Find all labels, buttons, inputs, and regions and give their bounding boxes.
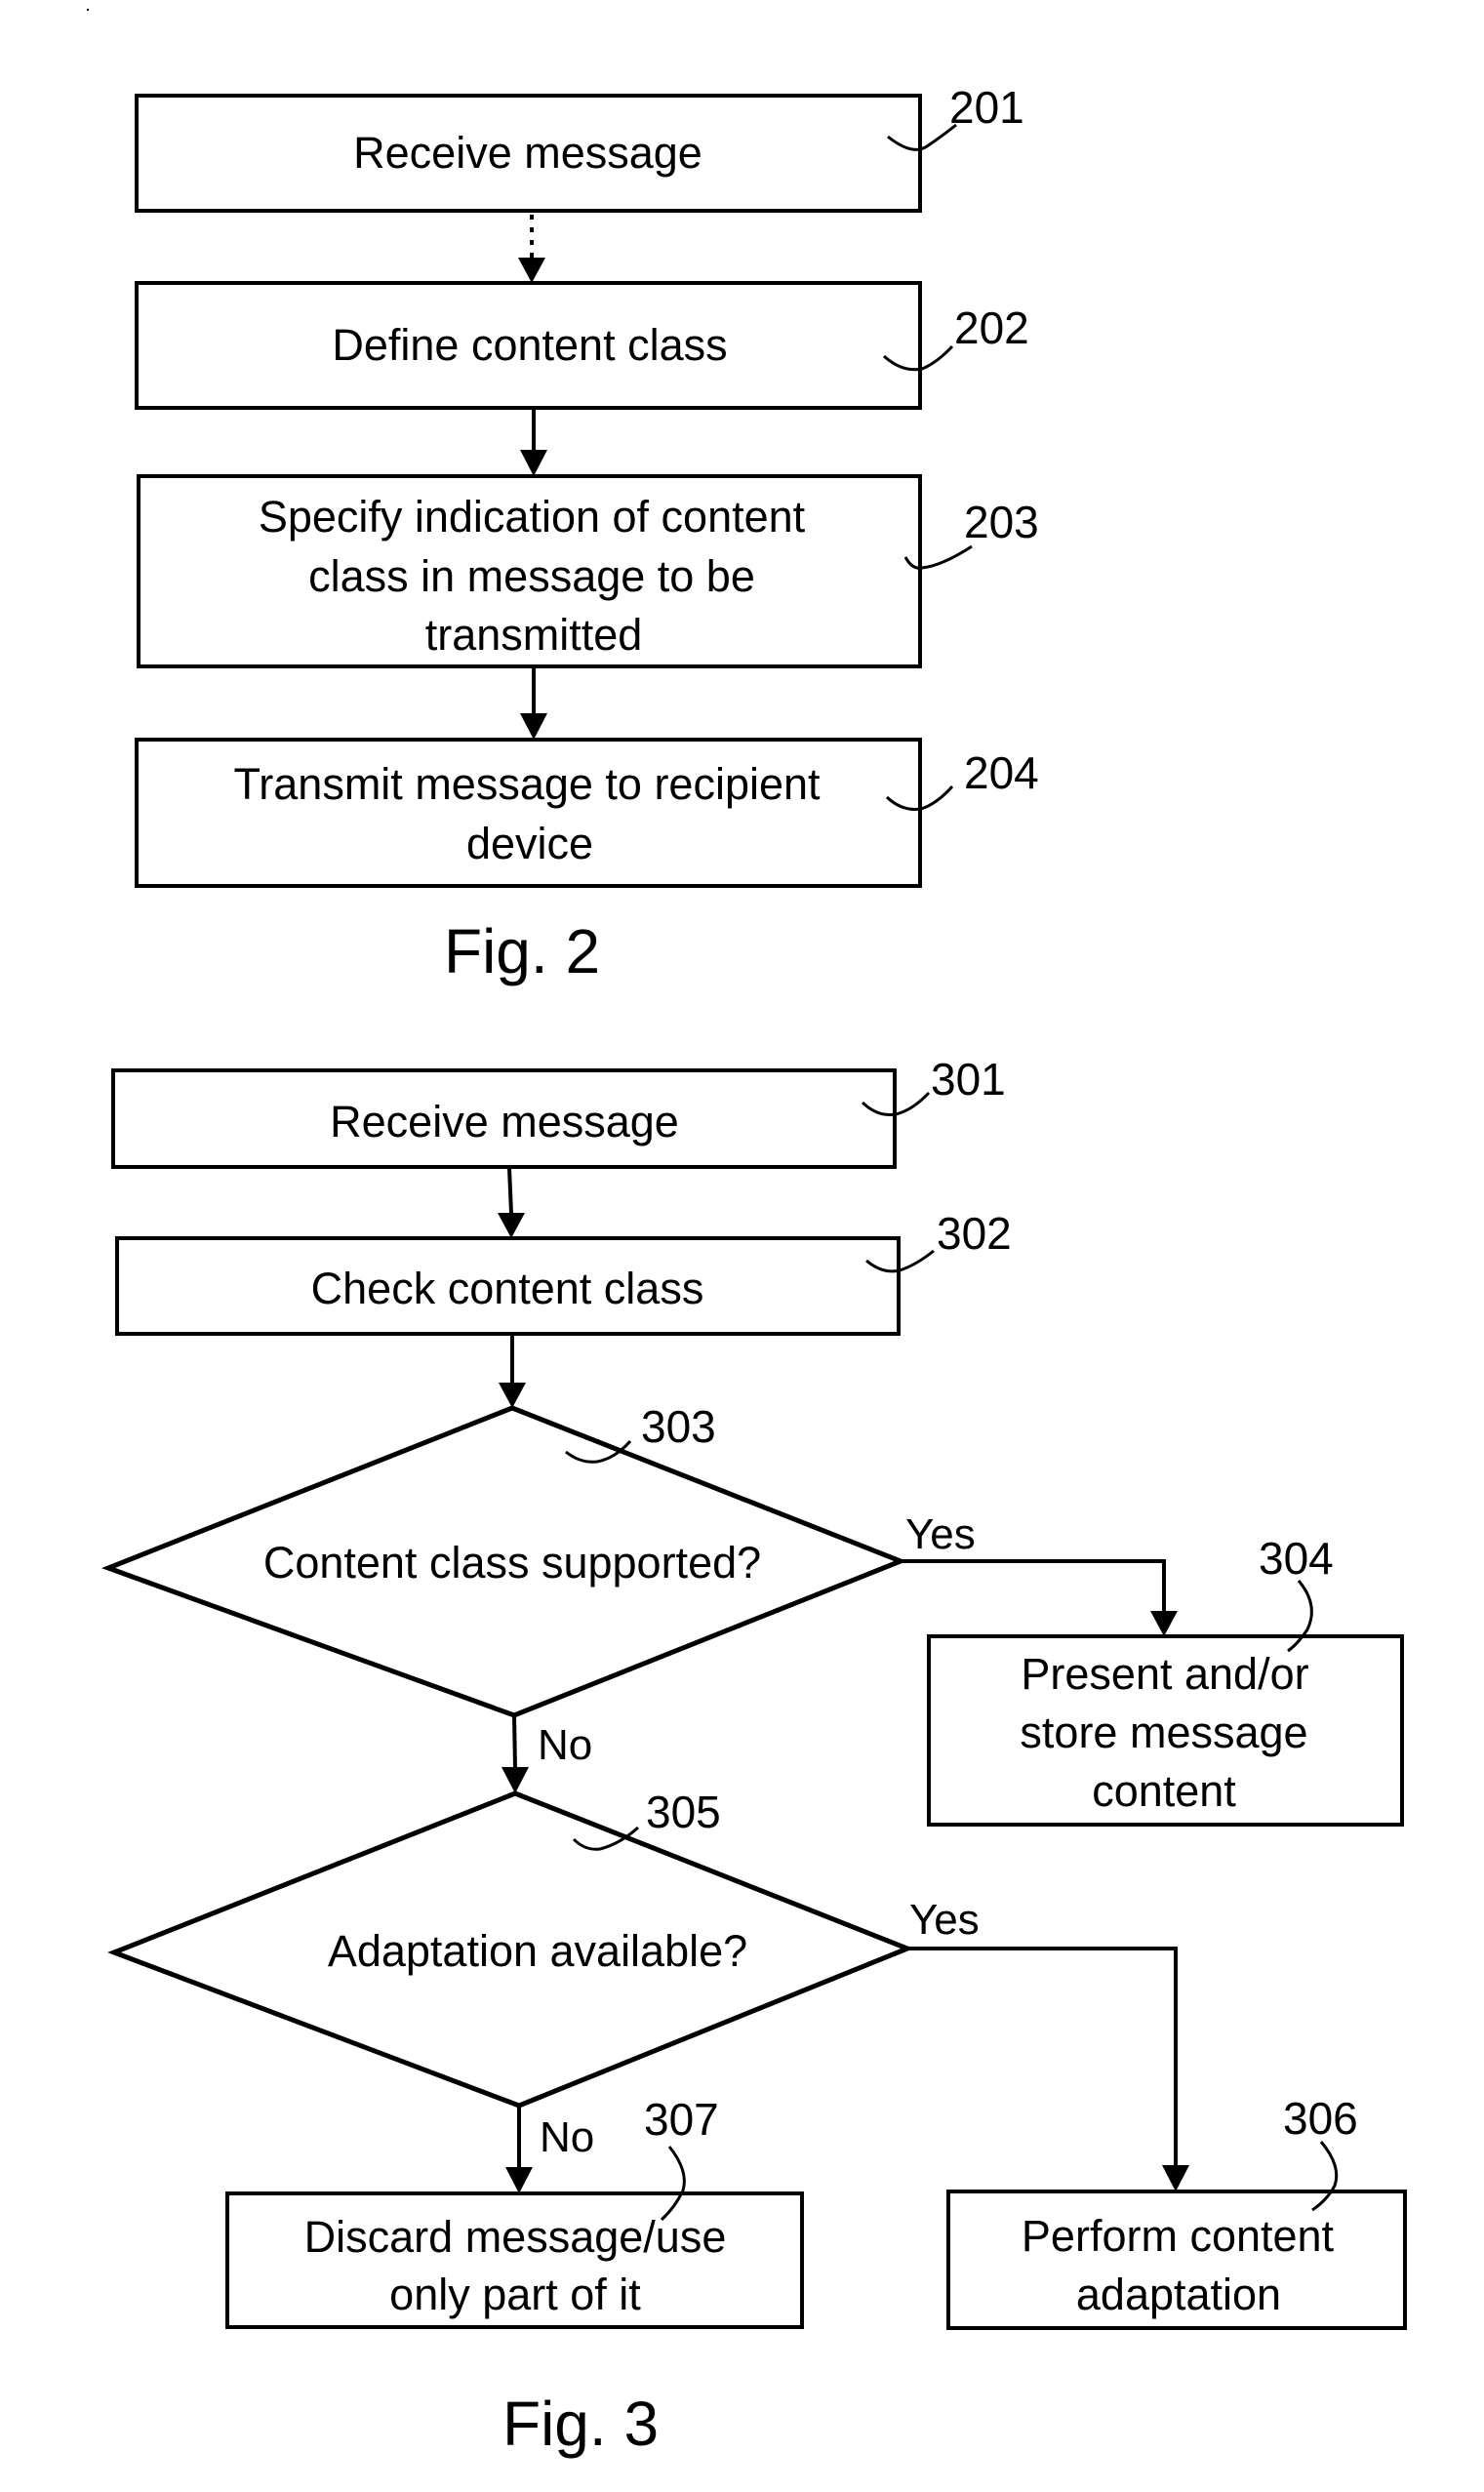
ref-label-302: 302 <box>937 1208 1012 1259</box>
node-203-line-1: Specify indication of content <box>259 492 806 542</box>
ref-label-203: 203 <box>964 497 1039 547</box>
node-304-line-1: Present and/or <box>1021 1649 1308 1699</box>
node-204-line-2: device <box>466 819 593 868</box>
node-303-line-1: Content class supported? <box>263 1538 761 1588</box>
edge-202-203 <box>520 408 547 476</box>
figure-3: Receive message 301 Check content class … <box>100 1054 1407 2459</box>
ref-label-306: 306 <box>1283 2093 1358 2144</box>
ref-label-305: 305 <box>646 1787 721 1837</box>
figure-3-caption: Fig. 3 <box>502 2389 659 2459</box>
node-204-line-1: Transmit message to recipient <box>233 759 821 809</box>
edge-303-305: No <box>501 1714 592 1793</box>
edge-305-307: No <box>505 2106 594 2193</box>
node-202: Define content class 202 <box>135 281 1029 410</box>
branch-label-no: No <box>538 1721 592 1769</box>
node-203: Specify indication of content class in m… <box>137 474 1039 668</box>
arrowhead-icon <box>499 1383 526 1408</box>
ref-label-303: 303 <box>641 1401 716 1452</box>
node-305-line-1: Adaptation available? <box>328 1926 747 1976</box>
node-304-line-3: content <box>1092 1766 1236 1816</box>
node-203-line-2: class in message to be <box>308 551 755 601</box>
branch-label-yes: Yes <box>909 1896 980 1944</box>
connector <box>512 1714 517 1769</box>
scan-speck <box>87 9 89 11</box>
ref-label-301: 301 <box>931 1054 1006 1105</box>
ref-label-304: 304 <box>1259 1533 1334 1584</box>
node-203-line-3: transmitted <box>425 610 643 660</box>
branch-label-yes: Yes <box>905 1510 976 1558</box>
node-302: Check content class 302 <box>115 1208 1012 1336</box>
node-303: Content class supported? 303 <box>100 1401 907 1718</box>
node-306-line-2: adaptation <box>1076 2270 1281 2319</box>
arrowhead-icon <box>498 1213 525 1238</box>
node-301: Receive message 301 <box>111 1054 1006 1169</box>
connector <box>901 1559 1166 1612</box>
edge-305-306: Yes <box>907 1896 1189 2191</box>
ref-label-202: 202 <box>954 302 1029 353</box>
arrowhead-icon <box>501 1767 529 1793</box>
node-305: Adaptation available? 305 <box>107 1787 914 2109</box>
node-307-line-2: only part of it <box>389 2270 641 2319</box>
arrowhead-icon <box>520 450 547 476</box>
connector <box>507 1167 513 1215</box>
arrowhead-icon <box>518 258 545 283</box>
node-202-line-1: Define content class <box>332 320 727 370</box>
branch-label-no: No <box>540 2113 594 2161</box>
arrowhead-icon <box>505 2167 533 2193</box>
node-306-line-1: Perform content <box>1022 2211 1335 2261</box>
edge-201-202 <box>518 215 545 283</box>
node-301-line-1: Receive message <box>330 1097 679 1146</box>
figure-2: Receive message 201 Define content class… <box>135 82 1039 986</box>
arrowhead-icon <box>1150 1611 1178 1636</box>
node-302-line-1: Check content class <box>311 1264 704 1313</box>
node-201: Receive message 201 <box>135 82 1024 213</box>
arrowhead-icon <box>520 713 547 740</box>
arrowhead-icon <box>1162 2165 1189 2191</box>
node-307: Discard message/use only part of it 307 <box>225 2094 804 2329</box>
figure-2-caption: Fig. 2 <box>444 916 600 986</box>
patent-drawing-sheet: Receive message 201 Define content class… <box>87 9 1407 2459</box>
node-201-line-1: Receive message <box>353 128 702 178</box>
edge-303-304: Yes <box>901 1510 1178 1636</box>
ref-label-307: 307 <box>644 2094 719 2145</box>
ref-label-201: 201 <box>949 82 1024 133</box>
edge-203-204 <box>520 666 547 740</box>
ref-label-204: 204 <box>964 747 1039 798</box>
connector <box>907 1947 1178 2166</box>
node-204: Transmit message to recipient device 204 <box>135 738 1039 888</box>
node-304-line-2: store message <box>1020 1708 1307 1757</box>
edge-302-303 <box>499 1334 526 1408</box>
edge-301-302 <box>498 1167 525 1238</box>
